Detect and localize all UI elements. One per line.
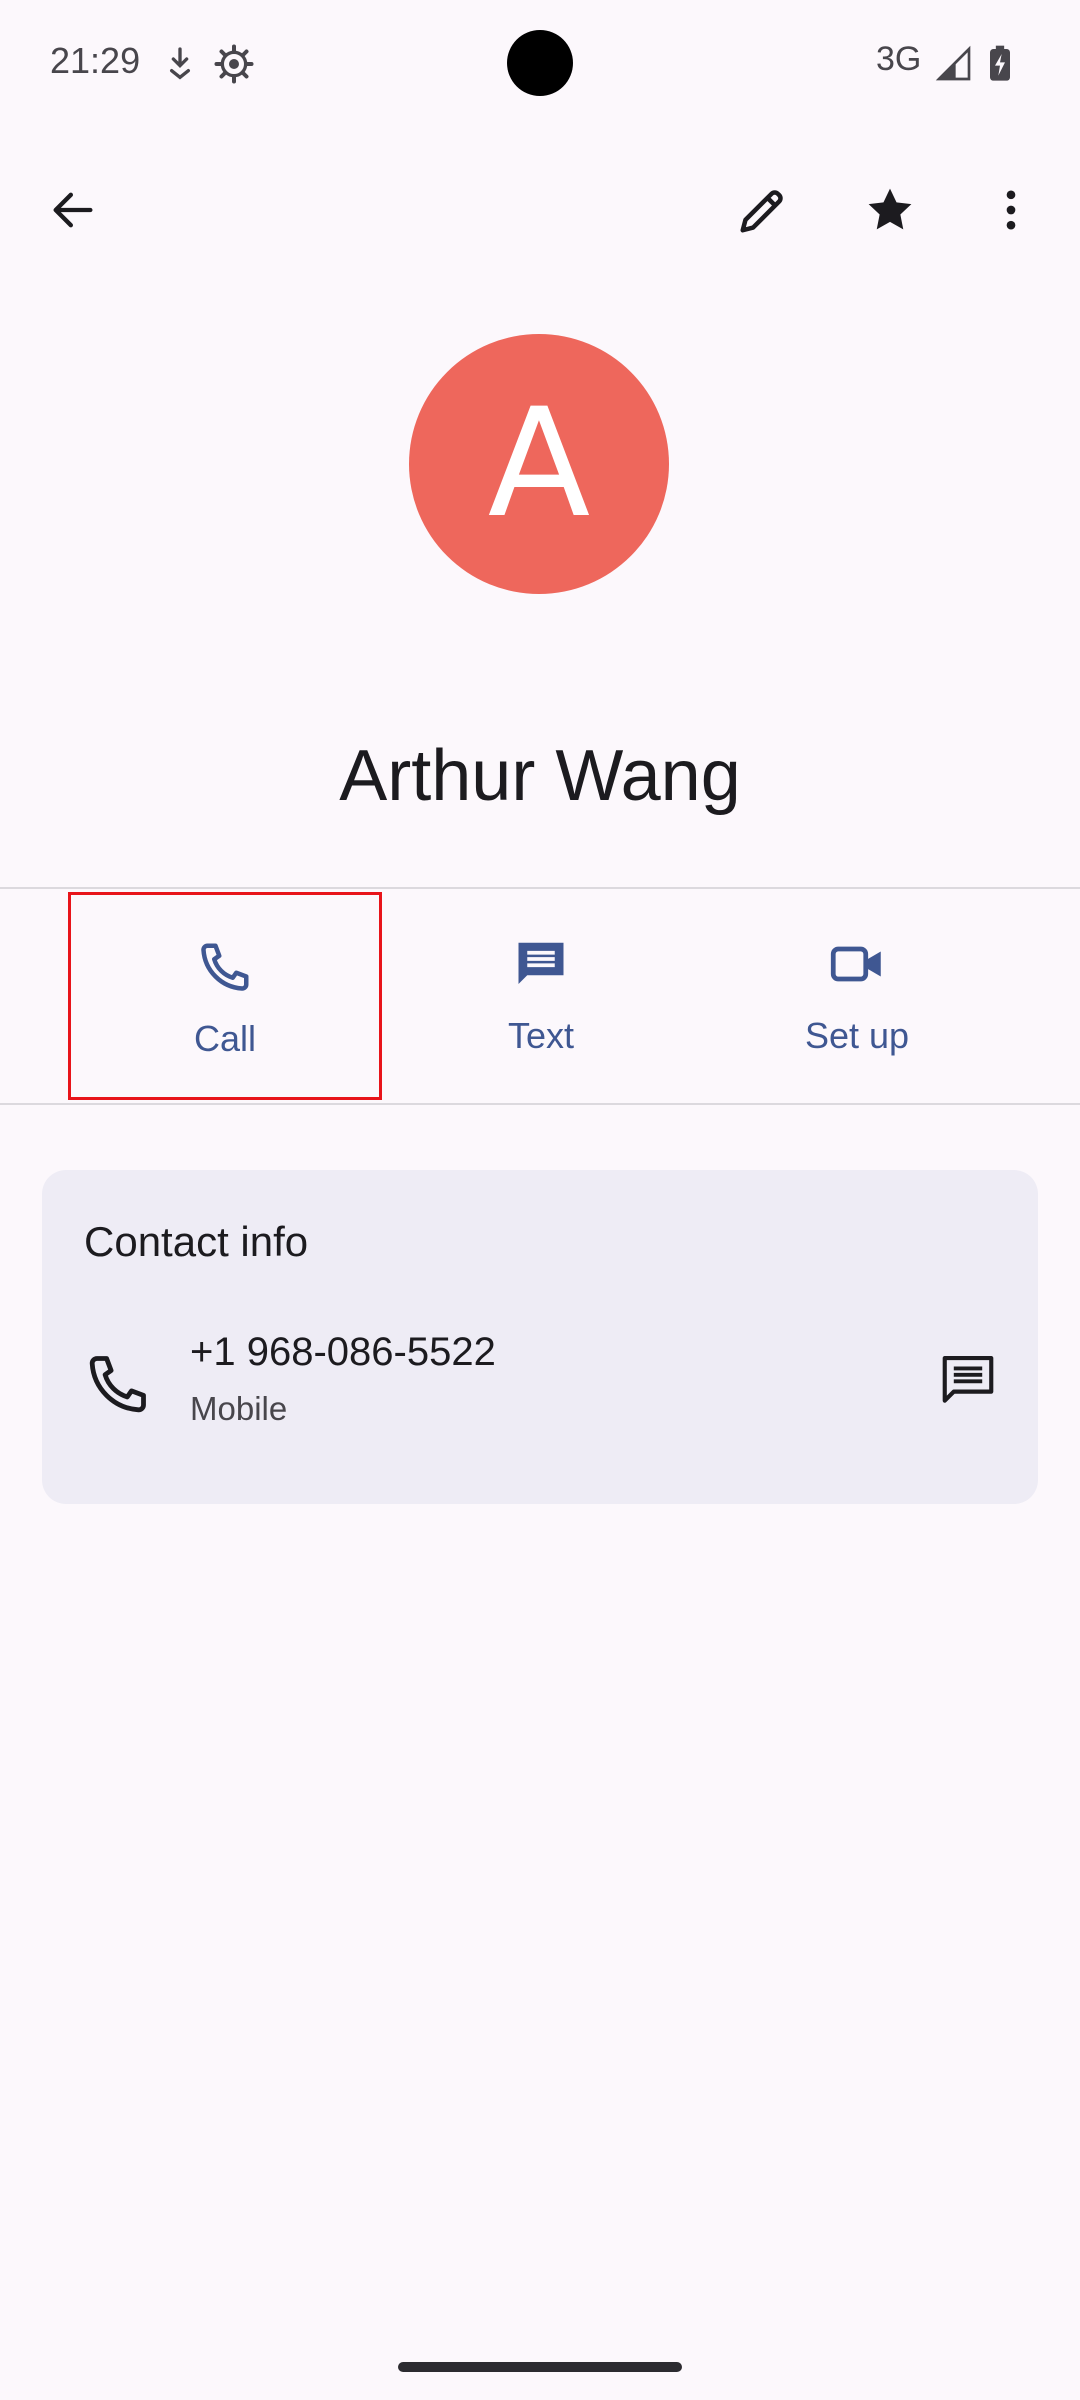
divider-top: [0, 887, 1080, 889]
edit-button[interactable]: [721, 170, 805, 254]
favorite-button[interactable]: [848, 170, 932, 254]
settings-gear-icon: [214, 44, 254, 84]
more-options-button[interactable]: [969, 170, 1053, 254]
status-bar: 21:29 3G: [0, 0, 1080, 130]
contact-details-screen: 21:29 3G A Arthur Wang Call Text Set up …: [0, 0, 1080, 2400]
status-time: 21:29: [50, 40, 141, 81]
back-button[interactable]: [31, 170, 115, 254]
phone-type: Mobile: [190, 1390, 288, 1427]
phone-icon: [82, 1348, 154, 1420]
text-action-label: Text: [507, 1015, 575, 1056]
camera-cutout: [507, 30, 573, 96]
text-action-button[interactable]: Text: [384, 892, 698, 1100]
divider-bottom: [0, 1103, 1080, 1105]
download-arrow-icon: [160, 44, 200, 84]
phone-number-row[interactable]: +1 968-086-5522 Mobile: [42, 1330, 1038, 1470]
message-icon: [937, 1349, 999, 1416]
contact-info-card: Contact info +1 968-086-5522 Mobile: [42, 1170, 1038, 1504]
avatar: A: [409, 334, 669, 594]
star-icon: [863, 183, 917, 242]
network-type: 3G: [876, 40, 922, 78]
avatar-initial: A: [487, 377, 591, 551]
contact-name: Arthur Wang: [339, 736, 741, 816]
signal-icon: [934, 44, 974, 84]
send-message-button[interactable]: [926, 1340, 1010, 1424]
video-camera-icon: [827, 934, 887, 999]
back-arrow-icon: [47, 184, 99, 241]
call-action-label: Call: [193, 1018, 256, 1059]
contact-info-title: Contact info: [84, 1218, 309, 1265]
phone-number: +1 968-086-5522: [190, 1330, 496, 1374]
call-action-button[interactable]: Call: [68, 892, 382, 1100]
battery-charging-icon: [980, 44, 1020, 84]
more-vert-icon: [985, 184, 1037, 241]
edit-pencil-icon: [736, 183, 790, 242]
setup-action-label: Set up: [804, 1015, 910, 1056]
phone-icon: [195, 937, 255, 1002]
message-icon: [511, 934, 571, 999]
gesture-nav-handle[interactable]: [398, 2362, 682, 2372]
video-setup-action-button[interactable]: Set up: [700, 892, 1014, 1100]
